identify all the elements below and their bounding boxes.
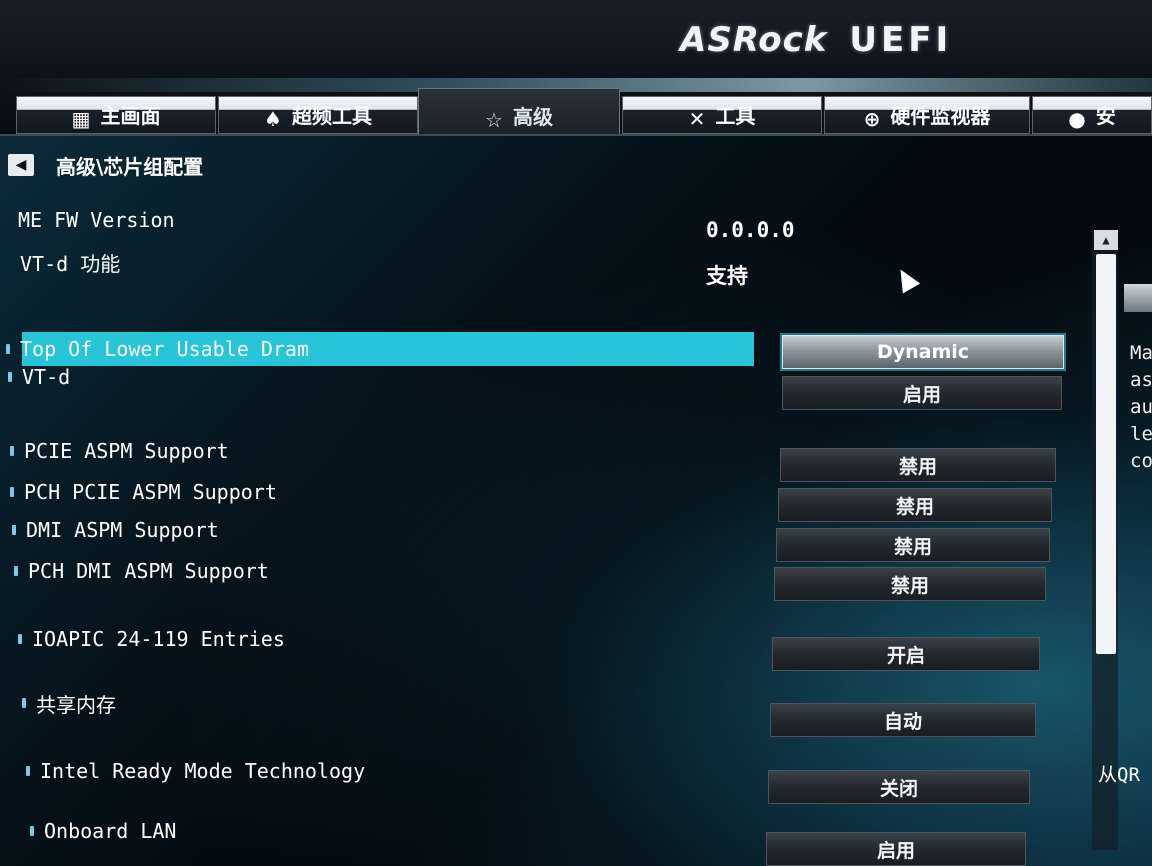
setting-value-pcie-aspm[interactable]: 禁用: [780, 448, 1056, 482]
bullet-icon: [22, 698, 26, 708]
setting-value-vtd[interactable]: 启用: [782, 376, 1062, 410]
scroll-up-button[interactable]: ▲: [1094, 230, 1118, 250]
tab-main[interactable]: ▦ 主画面: [16, 96, 216, 134]
breadcrumb: ◀ 高级\芯片组配置: [8, 150, 203, 180]
brand-product: UEFI: [849, 20, 953, 60]
setting-row-intel-ready-mode[interactable]: Intel Ready Mode Technology: [26, 756, 365, 786]
setting-value-pch-dmi-aspm[interactable]: 禁用: [774, 567, 1046, 601]
arrow-left-icon: ◀: [15, 157, 27, 173]
setting-label: 共享内存: [36, 692, 116, 717]
info-value-vtd-feature: 支持: [706, 264, 748, 288]
setting-row-pch-pcie-aspm[interactable]: PCH PCIE ASPM Support: [10, 477, 277, 507]
setting-value-onboard-lan[interactable]: 启用: [766, 832, 1026, 866]
bullet-icon: [26, 766, 30, 776]
chevron-up-icon: ▲: [1102, 233, 1110, 247]
setting-value-pch-pcie-aspm[interactable]: 禁用: [778, 488, 1052, 522]
info-row-vtd-feature: VT-d 功能: [20, 247, 120, 277]
scrollbar-thumb[interactable]: [1096, 254, 1116, 654]
tab-security-label: 安: [1095, 104, 1116, 128]
setting-label: DMI ASPM Support: [26, 518, 219, 542]
description-line: as: [1130, 369, 1152, 391]
setting-label: Onboard LAN: [44, 819, 177, 843]
setting-row-pcie-aspm[interactable]: PCIE ASPM Support: [10, 436, 229, 466]
bullet-icon: [14, 566, 18, 576]
tab-tool-label: 工具: [715, 104, 756, 128]
setting-label: PCIE ASPM Support: [24, 439, 229, 463]
bullet-icon: [10, 487, 14, 497]
brand-name: ASRock: [680, 20, 828, 60]
setting-value-shared-memory[interactable]: 自动: [770, 703, 1036, 737]
setting-label: Top Of Lower Usable Dram: [20, 337, 309, 361]
info-label: VT-d 功能: [20, 251, 121, 276]
main-tabs: ▦ 主画面 ♠ 超频工具 ☆ 高级 ✕ 工具 ⊕ 硬件监视器 ● 安: [10, 88, 1152, 134]
tab-hardware-monitor-label: 硬件监视器: [890, 104, 991, 128]
setting-row-ioapic[interactable]: IOAPIC 24-119 Entries: [18, 624, 285, 654]
setting-value-ioapic[interactable]: 开启: [772, 637, 1040, 671]
setting-label: IOAPIC 24-119 Entries: [32, 627, 285, 651]
setting-row-vtd[interactable]: VT-d: [8, 362, 70, 392]
tab-tool[interactable]: ✕ 工具: [622, 96, 822, 134]
setting-value-dmi-aspm[interactable]: 禁用: [776, 528, 1050, 562]
setting-label: Intel Ready Mode Technology: [40, 759, 366, 783]
tab-main-label: 主画面: [100, 104, 161, 128]
back-button[interactable]: ◀: [8, 154, 34, 176]
setting-row-shared-memory[interactable]: 共享内存: [22, 688, 116, 718]
tab-security[interactable]: ● 安: [1032, 96, 1152, 134]
bullet-icon: [10, 446, 14, 456]
tab-hardware-monitor[interactable]: ⊕ 硬件监视器: [824, 96, 1030, 134]
info-row-me-fw: ME FW Version: [18, 205, 175, 235]
brand-logo: ASRock UEFI: [680, 20, 952, 60]
bullet-icon: [18, 634, 22, 644]
info-value-me-fw: 0.0.0.0: [706, 218, 795, 242]
description-line: co: [1130, 450, 1152, 472]
setting-value-top-lower-dram[interactable]: Dynamic: [782, 335, 1064, 369]
star-icon: ☆: [485, 108, 503, 132]
bullet-icon: [6, 344, 10, 354]
qr-code-hint: 从QR: [1098, 764, 1140, 786]
monitor-icon: ⊕: [863, 107, 881, 131]
flame-icon: ♠: [264, 107, 282, 131]
bullet-icon: [8, 372, 12, 382]
bullet-icon: [12, 525, 16, 535]
lock-icon: ●: [1068, 107, 1086, 131]
setting-row-top-lower-dram[interactable]: Top Of Lower Usable Dram: [6, 334, 309, 364]
setting-label: VT-d: [22, 365, 71, 389]
tab-advanced-label: 高级: [512, 105, 553, 129]
tab-oc-tweaker[interactable]: ♠ 超频工具: [218, 96, 418, 134]
bullet-icon: [30, 826, 34, 836]
setting-row-pch-dmi-aspm[interactable]: PCH DMI ASPM Support: [14, 556, 269, 586]
setting-row-onboard-lan[interactable]: Onboard LAN: [30, 816, 176, 846]
home-icon: ▦: [71, 107, 91, 131]
setting-label: PCH DMI ASPM Support: [28, 559, 269, 583]
setting-row-dmi-aspm[interactable]: DMI ASPM Support: [12, 515, 219, 545]
description-tab: [1124, 284, 1152, 312]
tab-oc-tweaker-label: 超频工具: [291, 104, 372, 128]
info-label: ME FW Version: [18, 208, 175, 232]
tab-advanced[interactable]: ☆ 高级: [418, 88, 620, 134]
setting-value-intel-ready-mode[interactable]: 关闭: [768, 770, 1030, 804]
description-panel: Ma as au le co: [1118, 280, 1152, 840]
description-line: Ma: [1130, 342, 1152, 364]
page-title: 高级\芯片组配置: [56, 154, 204, 179]
setting-label: PCH PCIE ASPM Support: [24, 480, 277, 504]
description-text: Ma as au le co: [1130, 340, 1152, 475]
description-line: le: [1130, 423, 1152, 445]
description-line: au: [1130, 396, 1152, 418]
tools-icon: ✕: [688, 107, 706, 131]
